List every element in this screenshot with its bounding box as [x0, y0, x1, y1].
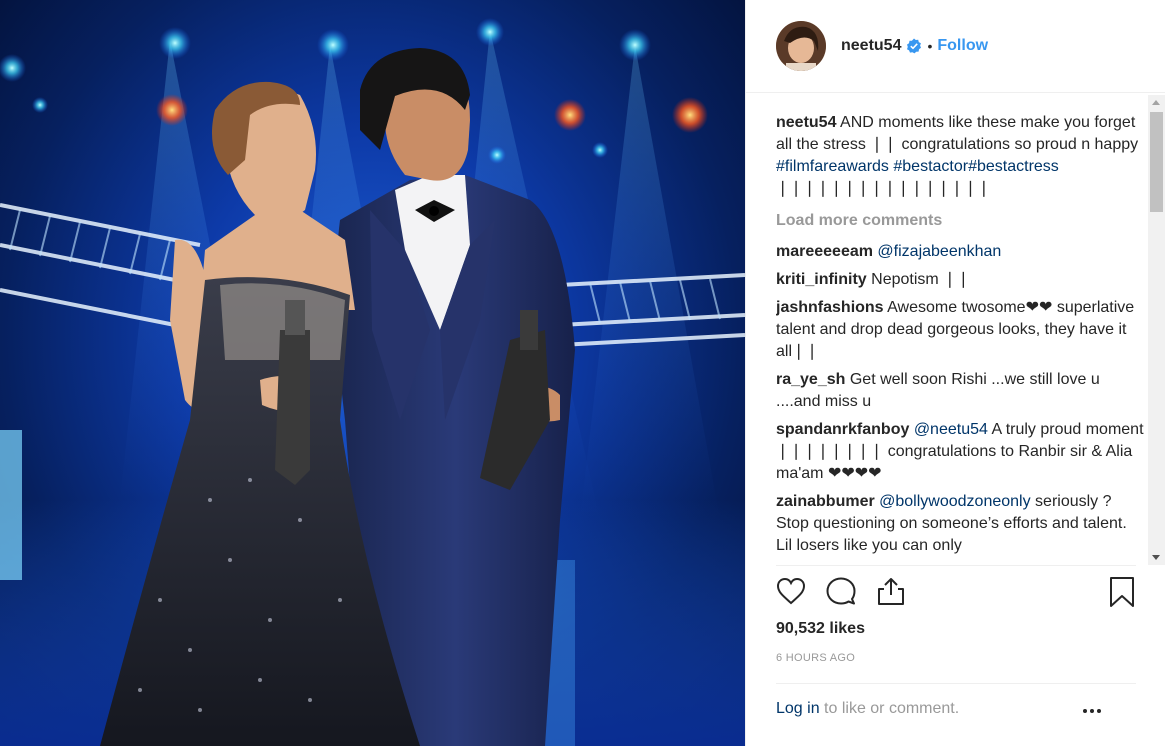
header-separator: • — [927, 38, 933, 54]
post-timestamp[interactable]: 6 HOURS AGO — [776, 652, 855, 664]
comment-username[interactable]: zainabbumer — [776, 493, 875, 510]
avatar[interactable] — [776, 21, 826, 71]
list-item: zainabbumer @bollywoodzoneonly seriously… — [776, 491, 1146, 557]
divider — [776, 683, 1136, 684]
divider — [776, 565, 1136, 566]
scroll-up-arrow-icon[interactable] — [1152, 100, 1160, 105]
comment-mention[interactable]: @neetu54 — [914, 421, 988, 438]
comment-username[interactable]: jashnfashions — [776, 299, 884, 316]
share-icon[interactable] — [876, 576, 906, 606]
list-item: kriti_infinity Nepotism ❘❘ — [776, 269, 1146, 291]
login-suffix: to like or comment. — [819, 700, 960, 717]
comments-scrollbar[interactable] — [1148, 95, 1165, 565]
heart-icon[interactable] — [776, 576, 806, 606]
list-item: mareeeeeam @fizajabeenkhan — [776, 241, 1146, 263]
post-side-panel: neetu54 • Follow neetu54 AND moments lik… — [745, 0, 1165, 746]
list-item: ra_ye_sh Get well soon Rishi ...we still… — [776, 369, 1146, 413]
comments-list[interactable]: neetu54 AND moments like these make you … — [776, 112, 1146, 564]
header-username[interactable]: neetu54 — [841, 37, 901, 55]
likes-count[interactable]: 90,532 likes — [776, 620, 865, 638]
post-photo[interactable] — [0, 0, 745, 746]
comment-text: Nepotism ❘❘ — [871, 271, 970, 288]
instagram-post-view: neetu54 • Follow neetu54 AND moments lik… — [0, 0, 1165, 746]
more-options-icon[interactable] — [1081, 700, 1103, 722]
load-more-comments-button[interactable]: Load more comments — [776, 210, 1146, 232]
list-item: jashnfashions Awesome twosome❤❤ superlat… — [776, 297, 1146, 363]
comment-username[interactable]: kriti_infinity — [776, 271, 867, 288]
verified-badge-icon — [907, 38, 922, 54]
caption-username[interactable]: neetu54 — [776, 114, 836, 131]
post-header: neetu54 • Follow — [746, 0, 1165, 93]
comment-bubble-icon[interactable] — [826, 576, 856, 606]
avatar-image — [776, 21, 826, 71]
comment-mention[interactable]: @fizajabeenkhan — [877, 243, 1001, 260]
scroll-down-arrow-icon[interactable] — [1152, 555, 1160, 560]
post-actions — [776, 576, 1136, 616]
comment-username[interactable]: mareeeeeam — [776, 243, 873, 260]
comment-username[interactable]: ra_ye_sh — [776, 371, 845, 388]
login-prompt: Log in to like or comment. — [776, 700, 959, 718]
caption: neetu54 AND moments like these make you … — [776, 112, 1146, 200]
list-item: spandanrkfanboy @neetu54 A truly proud m… — [776, 419, 1146, 485]
scrollbar-thumb[interactable] — [1150, 112, 1163, 212]
comment-mention[interactable]: @bollywoodzoneonly — [879, 493, 1030, 510]
comment-username[interactable]: spandanrkfanboy — [776, 421, 909, 438]
follow-button[interactable]: Follow — [937, 37, 988, 55]
login-link[interactable]: Log in — [776, 700, 820, 717]
caption-tail: ❘❘❘❘❘❘❘❘❘❘❘❘❘❘❘❘ — [776, 180, 991, 197]
bookmark-icon[interactable] — [1108, 576, 1136, 608]
caption-hashtags[interactable]: #filmfareawards #bestactor#bestactress — [776, 158, 1059, 175]
post-photo-illustration — [0, 18, 745, 746]
